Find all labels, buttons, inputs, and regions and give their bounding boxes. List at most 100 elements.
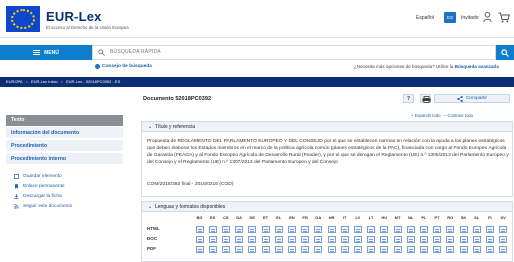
doc-lv-file-icon[interactable] bbox=[353, 236, 362, 243]
help-button[interactable]: ? bbox=[403, 94, 414, 103]
permanent-link[interactable]: Enlace permanente bbox=[14, 184, 65, 189]
pdf-hr-file-icon[interactable] bbox=[327, 246, 336, 253]
sidebar-title-text[interactable]: Texto bbox=[6, 115, 123, 126]
user-label[interactable]: Invitado bbox=[461, 15, 479, 21]
language-select[interactable]: Español bbox=[416, 15, 434, 21]
html-hu-file-icon[interactable] bbox=[380, 226, 389, 233]
pdf-pl-file-icon[interactable] bbox=[419, 246, 428, 253]
html-de-file-icon[interactable] bbox=[248, 226, 257, 233]
doc-bg-file-icon[interactable] bbox=[195, 236, 204, 243]
doc-sv-file-icon[interactable] bbox=[499, 236, 508, 243]
doc-ga-file-icon[interactable] bbox=[314, 236, 323, 243]
pdf-en-file-icon[interactable] bbox=[287, 246, 296, 253]
pdf-mt-file-icon[interactable] bbox=[393, 246, 402, 253]
languages-panel-header[interactable]: ⌄ Lenguas y formatos disponibles bbox=[141, 201, 513, 212]
follow-document-link[interactable]: Seguir este documento bbox=[14, 204, 72, 209]
pdf-it-file-icon[interactable] bbox=[340, 246, 349, 253]
html-sv-file-icon[interactable] bbox=[499, 226, 508, 233]
language-code-badge[interactable]: ES bbox=[444, 12, 456, 23]
html-lt-file-icon[interactable] bbox=[367, 226, 376, 233]
pdf-pt-file-icon[interactable] bbox=[433, 246, 442, 253]
pdf-ga-file-icon[interactable] bbox=[314, 246, 323, 253]
doc-ro-file-icon[interactable] bbox=[446, 236, 455, 243]
brand-name[interactable]: EUR-Lex bbox=[46, 9, 102, 24]
pdf-da-file-icon[interactable] bbox=[235, 246, 244, 253]
breadcrumb-item-home[interactable]: EUR-Lex Inicio bbox=[31, 79, 58, 84]
download-record-link[interactable]: Descargar la ficha bbox=[14, 194, 62, 199]
html-hr-file-icon[interactable] bbox=[327, 226, 336, 233]
save-item-link[interactable]: Guardar elemento bbox=[14, 174, 62, 179]
doc-sk-file-icon[interactable] bbox=[459, 236, 468, 243]
doc-el-file-icon[interactable] bbox=[274, 236, 283, 243]
sidebar-item-procedure[interactable]: Procedimiento bbox=[6, 140, 123, 152]
doc-da-file-icon[interactable] bbox=[235, 236, 244, 243]
doc-it-file-icon[interactable] bbox=[340, 236, 349, 243]
html-ga-file-icon[interactable] bbox=[314, 226, 323, 233]
pdf-sk-file-icon[interactable] bbox=[459, 246, 468, 253]
doc-mt-file-icon[interactable] bbox=[393, 236, 402, 243]
html-da-file-icon[interactable] bbox=[235, 226, 244, 233]
html-el-file-icon[interactable] bbox=[274, 226, 283, 233]
html-bg-file-icon[interactable] bbox=[195, 226, 204, 233]
pdf-cs-file-icon[interactable] bbox=[221, 246, 230, 253]
html-et-file-icon[interactable] bbox=[261, 226, 270, 233]
pdf-el-file-icon[interactable] bbox=[274, 246, 283, 253]
html-sl-file-icon[interactable] bbox=[472, 226, 481, 233]
doc-pl-file-icon[interactable] bbox=[419, 236, 428, 243]
doc-nl-file-icon[interactable] bbox=[406, 236, 415, 243]
title-panel-header[interactable]: ⌄ Título y referencia bbox=[141, 121, 513, 132]
advanced-search-link[interactable]: Búsqueda avanzada bbox=[455, 64, 499, 69]
cart-icon[interactable] bbox=[498, 12, 510, 23]
pdf-bg-file-icon[interactable] bbox=[195, 246, 204, 253]
pdf-hu-file-icon[interactable] bbox=[380, 246, 389, 253]
search-button[interactable] bbox=[496, 45, 514, 60]
doc-es-file-icon[interactable] bbox=[208, 236, 217, 243]
doc-hu-file-icon[interactable] bbox=[380, 236, 389, 243]
html-ro-file-icon[interactable] bbox=[446, 226, 455, 233]
doc-sl-file-icon[interactable] bbox=[472, 236, 481, 243]
html-lv-file-icon[interactable] bbox=[353, 226, 362, 233]
html-pt-file-icon[interactable] bbox=[433, 226, 442, 233]
sidebar-item-document-info[interactable]: Información del documento bbox=[6, 127, 123, 139]
html-cs-file-icon[interactable] bbox=[221, 226, 230, 233]
pdf-es-file-icon[interactable] bbox=[208, 246, 217, 253]
html-es-file-icon[interactable] bbox=[208, 226, 217, 233]
pdf-ro-file-icon[interactable] bbox=[446, 246, 455, 253]
pdf-lv-file-icon[interactable] bbox=[353, 246, 362, 253]
doc-fr-file-icon[interactable] bbox=[301, 236, 310, 243]
doc-en-file-icon[interactable] bbox=[287, 236, 296, 243]
html-en-file-icon[interactable] bbox=[287, 226, 296, 233]
html-sk-file-icon[interactable] bbox=[459, 226, 468, 233]
html-it-file-icon[interactable] bbox=[340, 226, 349, 233]
html-nl-file-icon[interactable] bbox=[406, 226, 415, 233]
html-pl-file-icon[interactable] bbox=[419, 226, 428, 233]
doc-pt-file-icon[interactable] bbox=[433, 236, 442, 243]
print-button[interactable] bbox=[420, 94, 431, 103]
expand-all-link[interactable]: + Expandir todo bbox=[411, 113, 440, 118]
pdf-fr-file-icon[interactable] bbox=[301, 246, 310, 253]
doc-fi-file-icon[interactable] bbox=[485, 236, 494, 243]
html-fi-file-icon[interactable] bbox=[485, 226, 494, 233]
doc-de-file-icon[interactable] bbox=[248, 236, 257, 243]
breadcrumb-item-europa[interactable]: EUROPA bbox=[6, 79, 23, 84]
eu-flag-logo[interactable] bbox=[6, 6, 40, 32]
pdf-lt-file-icon[interactable] bbox=[367, 246, 376, 253]
pdf-sl-file-icon[interactable] bbox=[472, 246, 481, 253]
doc-lt-file-icon[interactable] bbox=[367, 236, 376, 243]
doc-cs-file-icon[interactable] bbox=[221, 236, 230, 243]
menu-button[interactable]: MENÚ bbox=[0, 45, 92, 60]
pdf-et-file-icon[interactable] bbox=[261, 246, 270, 253]
pdf-fi-file-icon[interactable] bbox=[485, 246, 494, 253]
sidebar-item-internal-procedure[interactable]: Procedimiento interno bbox=[6, 153, 123, 165]
user-icon[interactable] bbox=[483, 11, 492, 23]
pdf-de-file-icon[interactable] bbox=[248, 246, 257, 253]
html-fr-file-icon[interactable] bbox=[301, 226, 310, 233]
pdf-sv-file-icon[interactable] bbox=[499, 246, 508, 253]
collapse-all-link[interactable]: – Contraer todo bbox=[444, 113, 473, 118]
pdf-nl-file-icon[interactable] bbox=[406, 246, 415, 253]
search-tips-link[interactable]: Consejo de búsqueda bbox=[102, 64, 152, 69]
doc-hr-file-icon[interactable] bbox=[327, 236, 336, 243]
html-mt-file-icon[interactable] bbox=[393, 226, 402, 233]
share-button[interactable]: Compartir bbox=[434, 94, 510, 103]
doc-et-file-icon[interactable] bbox=[261, 236, 270, 243]
